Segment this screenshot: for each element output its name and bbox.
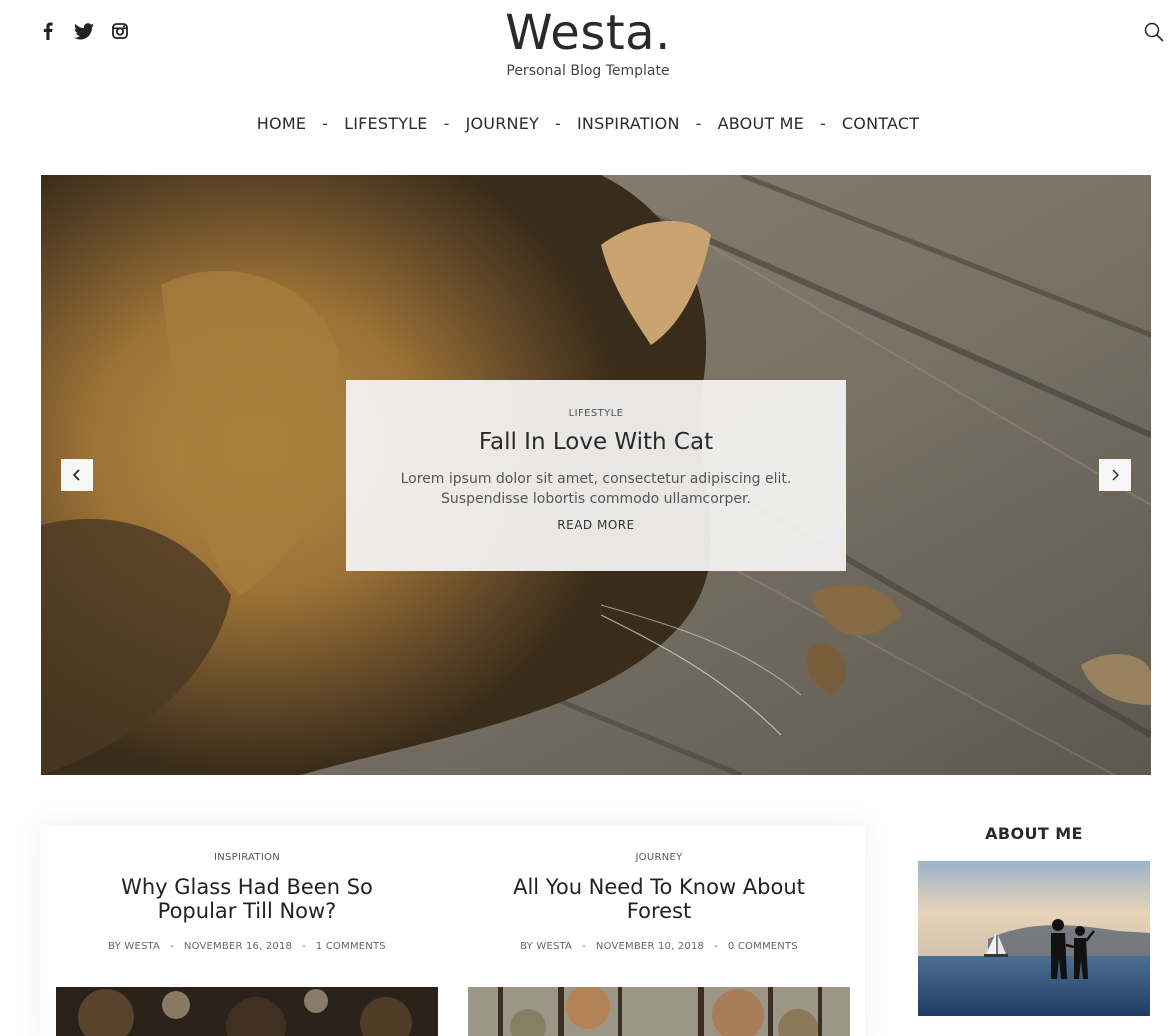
about-me-title: ABOUT ME	[985, 824, 1083, 843]
post-comments[interactable]: 0 COMMENTS	[728, 941, 798, 952]
about-me-photo	[918, 861, 1150, 1016]
nav-separator: -	[555, 114, 561, 133]
nav-item-about-me[interactable]: ABOUT ME	[718, 112, 804, 135]
site-tagline: Personal Blog Template	[506, 63, 670, 79]
nav-item-lifestyle[interactable]: LIFESTYLE	[344, 112, 427, 135]
slide-excerpt: Lorem ipsum dolor sit amet, consectetur …	[400, 471, 792, 507]
nav-separator: -	[695, 114, 702, 133]
nav-item-contact[interactable]: CONTACT	[842, 112, 919, 135]
slide-caption: LIFESTYLE Fall In Love With Cat Lorem ip…	[346, 380, 846, 571]
post-category[interactable]: INSPIRATION	[56, 852, 438, 863]
post-author[interactable]: BY WESTA	[108, 941, 160, 952]
page: Westa. Personal Blog Template HOME - LIF…	[0, 0, 1176, 1036]
post-thumbnail[interactable]	[56, 987, 438, 1036]
chevron-right-icon	[1112, 469, 1119, 481]
nav-separator: -	[443, 114, 450, 133]
chevron-left-icon	[72, 469, 80, 481]
meta-separator: -	[582, 941, 586, 952]
meta-separator: -	[714, 941, 718, 952]
slide-title[interactable]: Fall In Love With Cat	[346, 427, 846, 457]
post-category[interactable]: JOURNEY	[468, 852, 850, 863]
nav-item-journey[interactable]: JOURNEY	[466, 112, 539, 135]
post-author[interactable]: BY WESTA	[520, 941, 572, 952]
slider-next-button[interactable]	[1099, 459, 1131, 491]
slide-category[interactable]: LIFESTYLE	[346, 408, 846, 419]
nav-separator: -	[819, 114, 826, 133]
post-meta: BY WESTA - NOVEMBER 16, 2018-1 COMMENTS	[56, 941, 438, 952]
post-title[interactable]: All You Need To Know About Forest	[468, 875, 850, 923]
slider-prev-button[interactable]	[61, 459, 93, 491]
post-card: JOURNEY All You Need To Know About Fores…	[468, 825, 850, 1036]
post-meta: BY WESTA - NOVEMBER 10, 2018-0 COMMENTS	[468, 941, 850, 952]
site-branding: Westa. Personal Blog Template	[0, 6, 1176, 80]
post-card: INSPIRATION Why Glass Had Been So Popula…	[56, 825, 438, 1036]
nav-separator: -	[322, 114, 329, 133]
meta-separator: -	[170, 941, 174, 952]
post-list: INSPIRATION Why Glass Had Been So Popula…	[41, 825, 865, 1036]
post-thumbnail[interactable]	[468, 987, 850, 1036]
post-date[interactable]: NOVEMBER 16, 2018	[184, 941, 292, 952]
hero-slider: LIFESTYLE Fall In Love With Cat Lorem ip…	[41, 175, 1151, 775]
read-more-link[interactable]: READ MORE	[346, 518, 846, 532]
post-comments[interactable]: 1 COMMENTS	[316, 941, 386, 952]
search-icon[interactable]	[1142, 20, 1166, 44]
meta-separator: -	[302, 941, 306, 952]
site-title[interactable]: Westa.	[0, 6, 1176, 60]
sidebar: ABOUT ME	[918, 820, 1150, 1016]
nav-item-home[interactable]: HOME	[257, 112, 306, 135]
post-title[interactable]: Why Glass Had Been So Popular Till Now?	[56, 875, 438, 923]
main-nav: HOME - LIFESTYLE - JOURNEY - INSPIRATION…	[0, 112, 1176, 135]
nav-item-inspiration[interactable]: INSPIRATION	[577, 112, 680, 135]
post-date[interactable]: NOVEMBER 10, 2018	[596, 941, 704, 952]
